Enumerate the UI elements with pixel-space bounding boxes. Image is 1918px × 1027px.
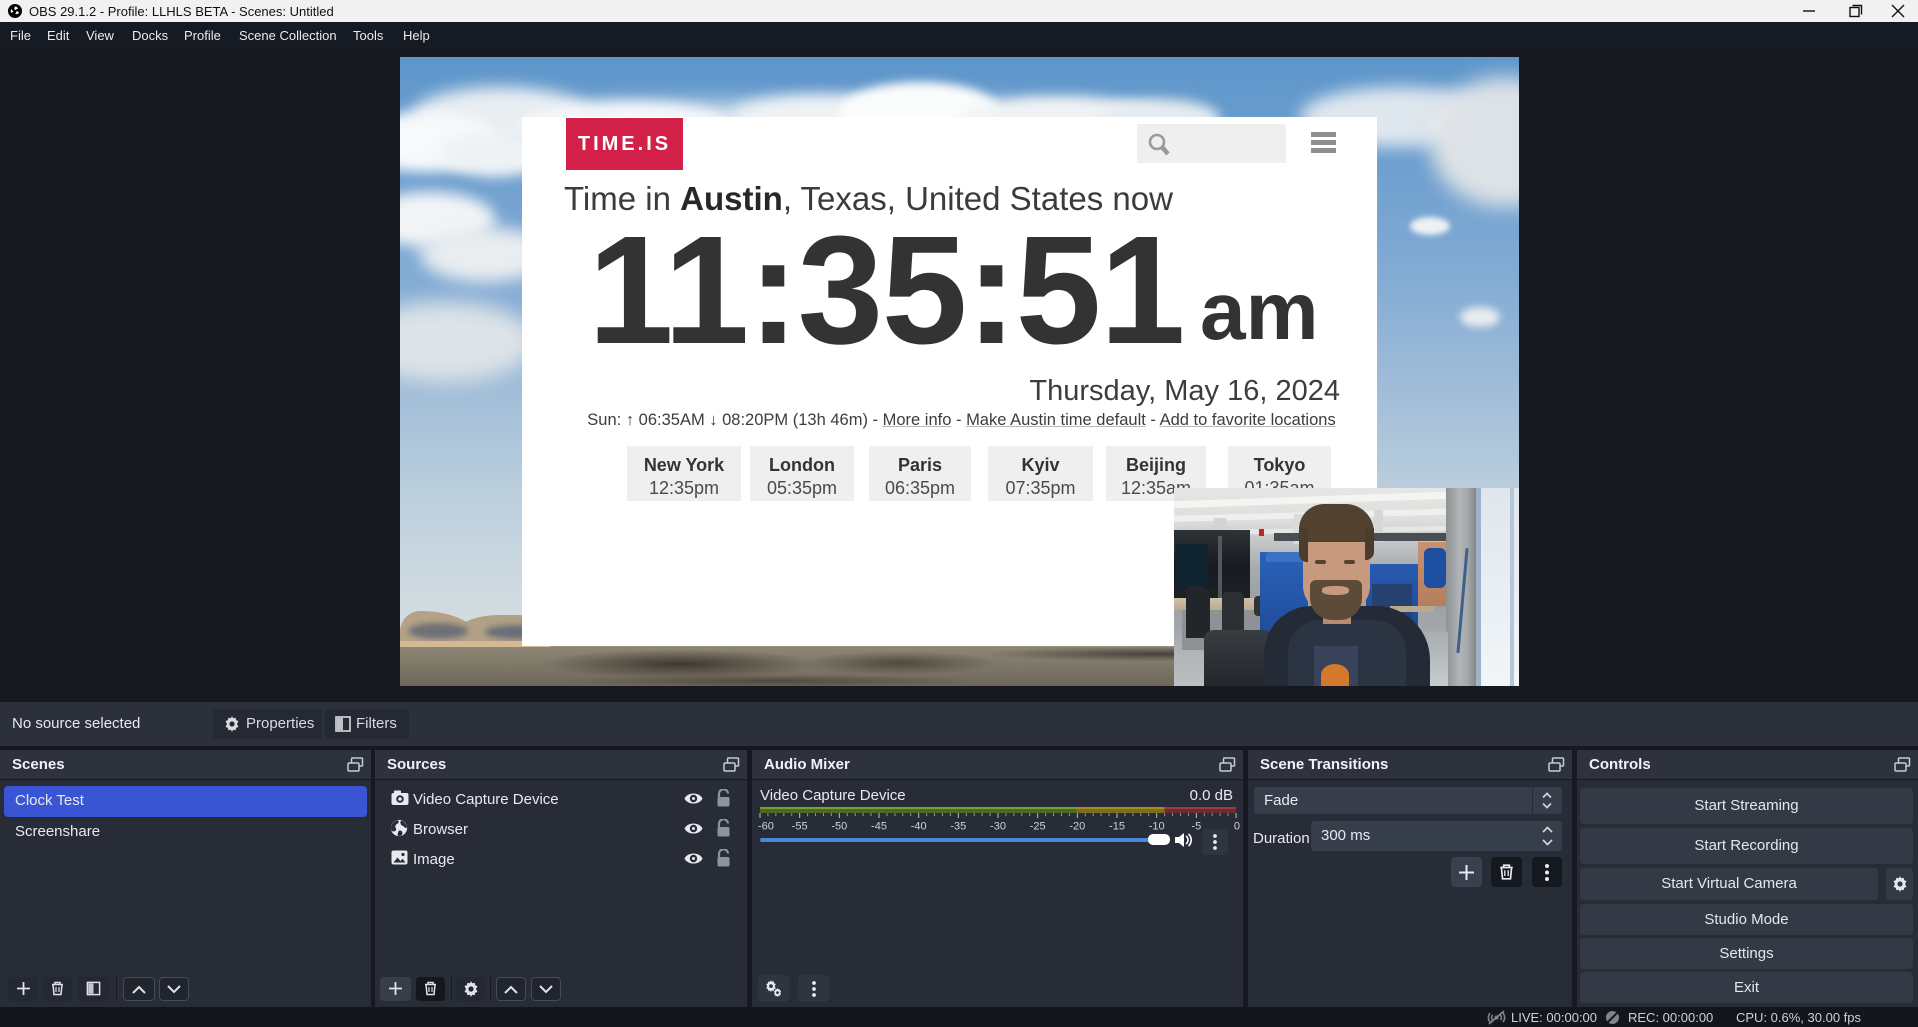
svg-text:-30: -30	[990, 821, 1006, 833]
svg-text:-60: -60	[758, 821, 774, 833]
svg-text:-25: -25	[1030, 821, 1046, 833]
svg-text:-10: -10	[1149, 821, 1165, 833]
svg-text:0: 0	[1234, 821, 1240, 833]
svg-text:-50: -50	[831, 821, 847, 833]
svg-text:-15: -15	[1109, 821, 1125, 833]
svg-text:-45: -45	[871, 821, 887, 833]
svg-text:-35: -35	[950, 821, 966, 833]
svg-text:-5: -5	[1191, 821, 1201, 833]
svg-text:-40: -40	[911, 821, 927, 833]
svg-text:-55: -55	[792, 821, 808, 833]
svg-text:-20: -20	[1069, 821, 1085, 833]
